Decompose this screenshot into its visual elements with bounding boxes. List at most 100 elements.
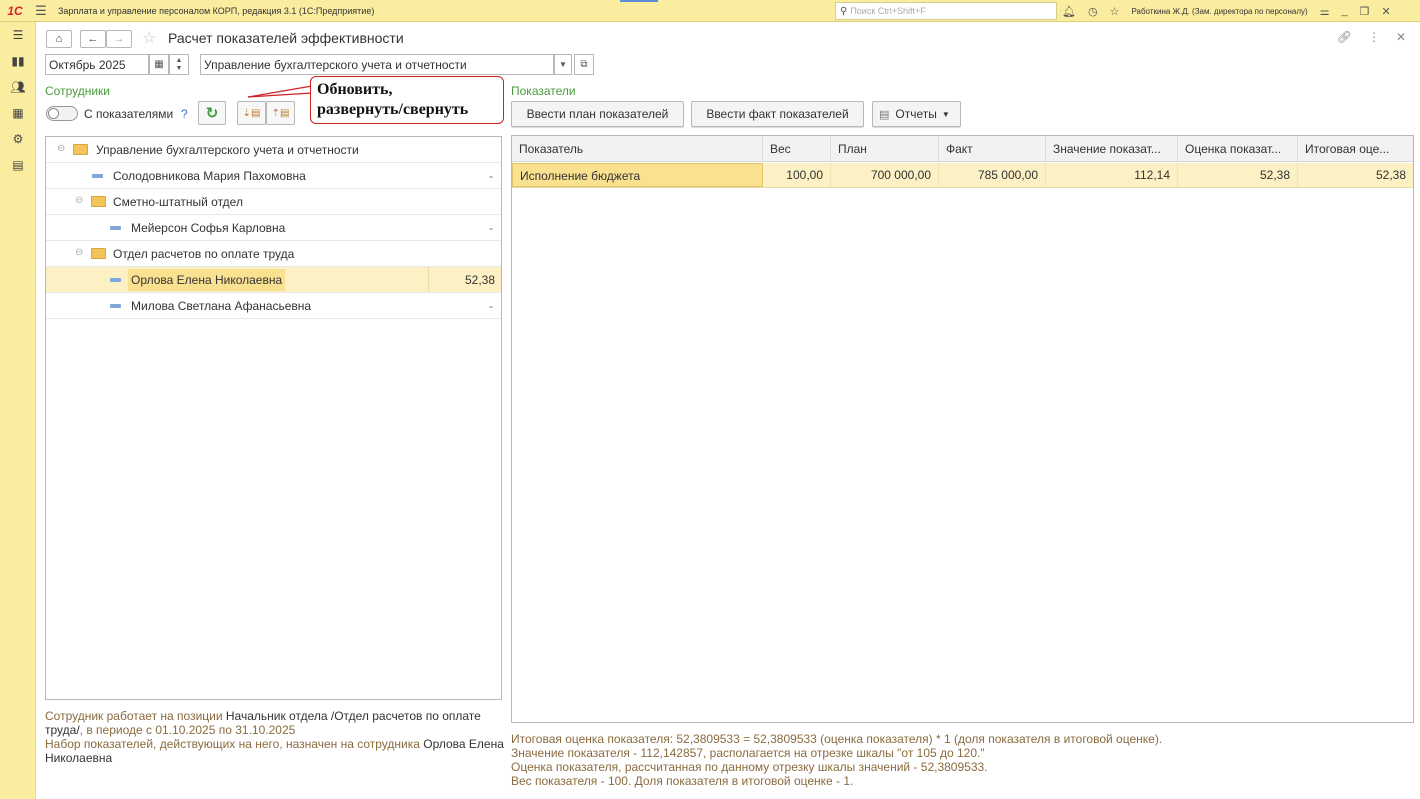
tree-row[interactable]: Солодовникова Мария Пахомовна - [46,163,501,189]
more-icon[interactable]: ⋮ [1368,30,1380,44]
collapse-node-icon[interactable]: ⊖ [57,143,65,154]
folder-icon [91,196,106,207]
table-cell[interactable]: 52,38 [1178,163,1298,187]
collapse-node-icon[interactable]: ⊖ [75,247,83,258]
table-cell[interactable]: 112,14 [1046,163,1178,187]
tree-row[interactable]: Мейерсон Софья Карловна - [46,215,501,241]
enter-fact-button[interactable]: Ввести факт показателей [691,101,864,127]
link-icon[interactable]: 🔗︎ [1337,30,1352,44]
info-line: Итоговая оценка показателя: 52,3809533 =… [511,732,1163,746]
indicator-info: Итоговая оценка показателя: 52,3809533 =… [511,732,1411,788]
calculator-icon[interactable]: ▦ [0,100,36,126]
table-cell[interactable]: 52,38 [1298,163,1413,187]
table-cell[interactable]: Исполнение бюджета [512,163,763,187]
callout-pointer [248,85,312,98]
folder-icon [91,248,106,259]
minimize-icon[interactable]: _ [1342,5,1348,17]
gear-icon[interactable]: ⚙ [0,126,36,152]
sections-panel: ☰ ▮▮ 👥︎ ▦ ⚙ ▤ [0,22,36,799]
department-dropdown-button[interactable]: ▼ [554,54,572,75]
title-bar: 1С ☰ Зарплата и управление персоналом КО… [0,0,1420,22]
period-stepper[interactable]: ▲ ▼ [169,54,189,75]
column-header[interactable]: Показатель [512,136,763,162]
tree-row[interactable]: Милова Светлана Афанасьевна - [46,293,501,319]
column-header[interactable]: План [831,136,939,162]
home-icon: ⌂ [55,33,63,45]
indicators-section-label: Показатели [511,84,576,98]
settings-menu-icon[interactable]: ⚌ [1320,5,1330,18]
open-window-icon: ⧉ [580,59,588,70]
info-line: Вес показателя - 100. Доля показателя в … [511,774,854,788]
table-cell[interactable]: 100,00 [763,163,831,187]
stepper-down-icon[interactable]: ▼ [176,65,183,73]
people-icon[interactable]: 👥︎ [0,74,36,100]
close-icon[interactable]: ✕ [1396,30,1406,44]
column-header[interactable]: Факт [939,136,1046,162]
collapse-tree-icon: ⇡▤ [271,107,290,119]
enter-plan-button[interactable]: Ввести план показателей [511,101,684,127]
tree-row[interactable]: ⊖ Отдел расчетов по оплате труда [46,241,501,267]
tree-row-label: Милова Светлана Афанасьевна [131,299,312,313]
maximize-icon[interactable]: ❐ [1360,5,1370,18]
table-cell[interactable]: 785 000,00 [939,163,1046,187]
period-field[interactable]: Октябрь 2025 [45,54,149,75]
collapse-node-icon[interactable]: ⊖ [75,195,83,206]
id-card-icon[interactable]: ▤ [0,152,36,178]
employee-icon [110,304,121,308]
favorite-star-icon[interactable]: ☆ [142,28,156,48]
column-header[interactable]: Итоговая оце... [1298,136,1413,162]
department-open-button[interactable]: ⧉ [574,54,594,75]
forward-button[interactable]: → [106,30,132,48]
close-window-icon[interactable]: ✕ [1382,5,1391,18]
expand-all-button[interactable]: ⇣▤ [237,101,266,125]
tree-row[interactable]: ⊖ Сметно-штатный отдел [46,189,501,215]
calendar-button[interactable]: ▦ [149,54,169,75]
column-header[interactable]: Оценка показат... [1178,136,1298,162]
collapse-all-button[interactable]: ⇡▤ [266,101,295,125]
tree-row-value: - [489,169,493,183]
history-icon[interactable]: ◷ [1088,5,1098,18]
reports-button[interactable]: ▤ Отчеты ▼ [872,101,961,127]
department-field[interactable]: Управление бухгалтерского учета и отчетн… [200,54,554,75]
notifications-icon[interactable]: 🔔︎ [1062,5,1076,18]
info-text: Сотрудник работает на позиции [45,709,226,723]
tree-row-label: Отдел расчетов по оплате труда [113,247,295,261]
table-cell[interactable]: 700 000,00 [831,163,939,187]
indicators-table[interactable]: Показатель Вес План Факт Значение показа… [511,135,1414,723]
back-button[interactable]: ← [80,30,106,48]
column-header[interactable]: Вес [763,136,831,162]
main-menu-icon[interactable]: ☰ [30,3,52,19]
employee-icon [110,226,121,230]
info-line: Оценка показателя, рассчитанная по данно… [511,760,988,774]
home-button[interactable]: ⌂ [46,30,72,48]
menu-icon[interactable]: ☰ [0,22,36,48]
tree-row-selected[interactable]: Орлова Елена Николаевна 52,38 [46,267,501,293]
tree-row-value: 52,38 [428,267,501,292]
tree-row-value: - [489,221,493,235]
with-indicators-label: С показателями [84,107,174,121]
help-icon[interactable]: ? [181,107,188,121]
column-header[interactable]: Значение показат... [1046,136,1178,162]
current-user[interactable]: Работкина Ж.Д. (Зам. директора по персон… [1131,7,1307,16]
gift-icon[interactable]: ▮▮ [0,48,36,74]
employees-tree[interactable]: ⊖ Управление бухгалтерского учета и отче… [45,136,502,700]
stepper-up-icon[interactable]: ▲ [176,57,183,65]
favorites-icon[interactable]: ☆ [1110,5,1120,18]
tree-row[interactable]: ⊖ Управление бухгалтерского учета и отче… [46,137,501,163]
refresh-button[interactable]: ↻ [198,101,226,125]
employee-info: Сотрудник работает на позиции Начальник … [45,709,505,765]
tree-row-label: Сметно-штатный отдел [113,195,243,209]
tree-row-label: Мейерсон Софья Карловна [131,221,286,235]
calendar-icon: ▦ [154,59,164,70]
reports-label: Отчеты [895,107,937,121]
info-line: Значение показателя - 112,142857, распол… [511,746,985,760]
table-row[interactable]: Исполнение бюджета 100,00 700 000,00 785… [512,163,1413,188]
chevron-down-icon: ▼ [559,60,567,69]
tree-row-label: Управление бухгалтерского учета и отчетн… [96,143,359,157]
arrow-right-icon: → [113,33,125,45]
arrow-left-icon: ← [87,33,99,45]
tree-row-label: Орлова Елена Николаевна [128,269,286,291]
with-indicators-toggle[interactable] [46,106,78,121]
tree-row-label: Солодовникова Мария Пахомовна [113,169,306,183]
global-search-input[interactable]: ⚲ Поиск Ctrl+Shift+F [835,2,1057,20]
